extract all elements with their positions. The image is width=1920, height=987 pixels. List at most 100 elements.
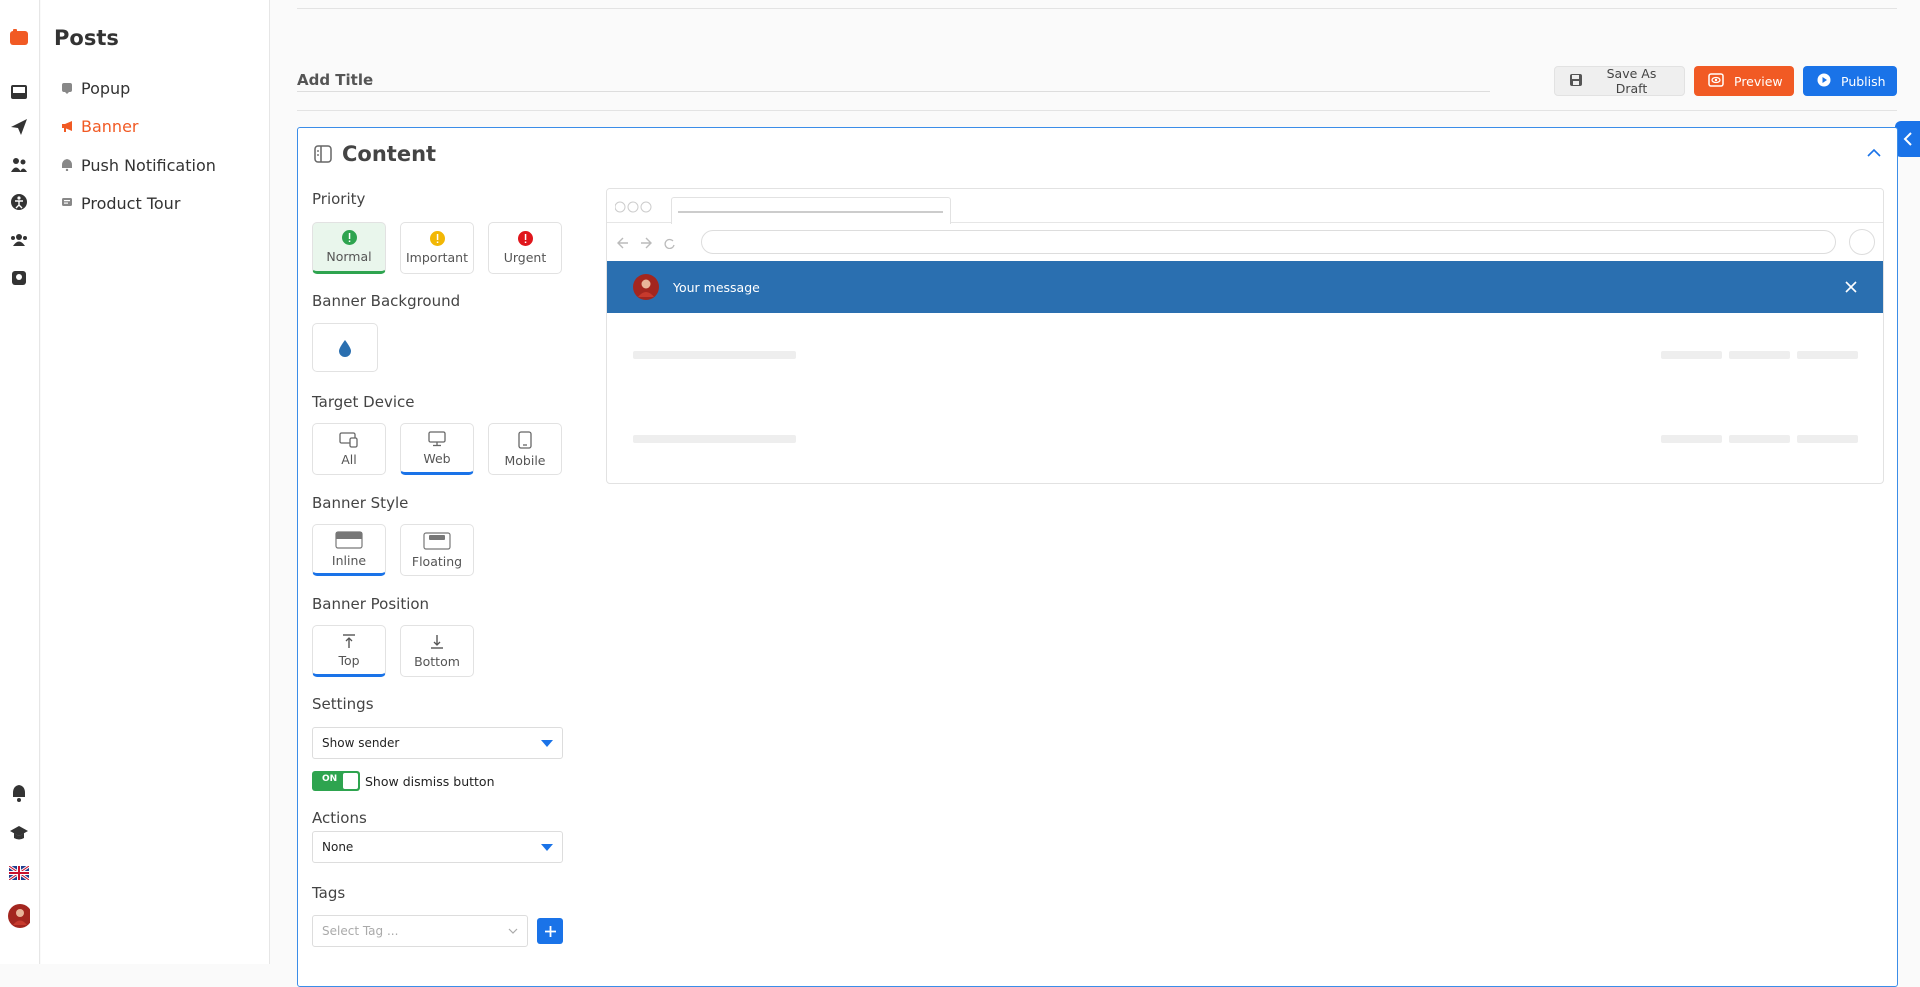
tag-select[interactable]: Select Tag ... <box>312 915 528 947</box>
dismiss-toggle[interactable]: ON <box>312 771 360 791</box>
monitor-icon <box>428 430 446 446</box>
option-label: All <box>341 451 357 467</box>
publish-label: Publish <box>1841 73 1886 89</box>
option-label: Normal <box>326 249 372 264</box>
select-value: Show sender <box>322 736 400 750</box>
info-yellow-icon <box>429 231 445 246</box>
option-label: Floating <box>411 553 463 569</box>
divider <box>297 110 1897 111</box>
content-icon <box>314 145 332 163</box>
style-inline[interactable]: Inline <box>312 524 386 576</box>
dropdown-arrow-icon <box>541 739 553 747</box>
title-input[interactable] <box>297 68 1490 92</box>
target-device-label: Target Device <box>312 393 415 411</box>
sidebar-item-product-tour[interactable]: Product Tour <box>61 190 180 216</box>
skeleton-line <box>1729 351 1790 359</box>
skeleton-line <box>633 351 796 359</box>
avatar[interactable] <box>8 904 30 928</box>
preview-button[interactable]: Preview <box>1694 66 1794 96</box>
uk-flag-icon[interactable] <box>8 862 30 884</box>
sidebar-item-push-notification[interactable]: Push Notification <box>61 152 216 178</box>
banner-position-label: Banner Position <box>312 595 430 613</box>
sidebar-item-banner[interactable]: Banner <box>61 113 138 139</box>
preview-label: Preview <box>1734 73 1783 89</box>
chevron-left-icon <box>1903 132 1912 146</box>
sidebar-item-label: Banner <box>81 116 139 136</box>
option-label: Inline <box>331 552 367 568</box>
save-as-draft-button[interactable]: Save As Draft <box>1554 66 1685 96</box>
skeleton-line <box>1797 435 1858 443</box>
browser-tabbar <box>607 189 1883 224</box>
mobile-icon <box>518 430 532 449</box>
support-icon[interactable] <box>8 267 30 289</box>
browser-preview: Your message <box>606 188 1884 484</box>
chevron-up-icon[interactable] <box>1867 148 1881 157</box>
popup-icon <box>61 82 73 94</box>
logo-icon[interactable] <box>8 26 30 48</box>
browser-tab <box>671 197 951 224</box>
bell-icon <box>61 159 73 171</box>
sender-select[interactable]: Show sender <box>312 727 563 759</box>
megaphone-icon <box>61 120 73 132</box>
sender-avatar <box>633 274 659 300</box>
priority-urgent[interactable]: Urgent <box>488 222 562 274</box>
dropdown-arrow-icon <box>541 843 553 851</box>
info-green-icon <box>341 230 357 245</box>
nav-arrows-icon <box>617 237 675 249</box>
tag-placeholder: Select Tag ... <box>322 924 399 938</box>
content-header[interactable]: Content <box>314 142 436 166</box>
settings-label: Settings <box>312 695 374 713</box>
style-floating[interactable]: Floating <box>400 524 474 576</box>
sidebar-title: Posts <box>54 26 119 50</box>
eye-icon <box>1708 72 1724 90</box>
option-label: Web <box>423 450 451 466</box>
users-icon[interactable] <box>8 154 30 176</box>
add-tag-button[interactable] <box>537 918 563 944</box>
browser-toolbar <box>607 223 1883 261</box>
actions-select[interactable]: None <box>312 831 563 863</box>
option-label: Bottom <box>414 653 460 669</box>
option-label: Urgent <box>503 250 547 265</box>
group-icon[interactable] <box>8 229 30 251</box>
align-top-icon <box>343 633 355 648</box>
tags-label: Tags <box>312 884 346 902</box>
align-bottom-icon <box>431 634 443 649</box>
accessibility-icon[interactable] <box>8 191 30 213</box>
device-mobile[interactable]: Mobile <box>488 423 562 475</box>
device-all[interactable]: All <box>312 423 386 475</box>
sidebar-item-label: Popup <box>81 78 131 98</box>
tour-icon <box>61 197 73 209</box>
device-web[interactable]: Web <box>400 423 474 475</box>
save-draft-icon <box>1569 73 1583 90</box>
play-icon <box>1817 73 1831 90</box>
inbox-icon[interactable] <box>8 81 30 103</box>
icon-rail <box>0 0 40 964</box>
priority-important[interactable]: Important <box>400 222 474 274</box>
actions-label: Actions <box>312 809 367 827</box>
banner-background-picker[interactable] <box>312 323 378 372</box>
publish-button[interactable]: Publish <box>1803 66 1897 96</box>
profile-circle <box>1849 229 1875 255</box>
priority-normal[interactable]: Normal <box>312 222 386 274</box>
address-bar <box>701 230 1836 254</box>
academy-icon[interactable] <box>8 822 30 844</box>
content-card: Content Priority Normal Important Urgent… <box>297 127 1898 987</box>
sidebar-item-popup[interactable]: Popup <box>61 75 130 101</box>
position-bottom[interactable]: Bottom <box>400 625 474 677</box>
sidebar: Posts Popup Banner Push Notification Pro… <box>41 0 270 964</box>
floating-style-icon <box>423 531 451 550</box>
skeleton-line <box>1729 435 1790 443</box>
panel-toggle-button[interactable] <box>1895 121 1920 157</box>
send-icon[interactable] <box>8 116 30 138</box>
close-icon[interactable] <box>1845 281 1857 293</box>
option-label: Mobile <box>504 452 546 468</box>
skeleton-line <box>1797 351 1858 359</box>
sidebar-item-label: Product Tour <box>81 193 181 213</box>
banner-style-label: Banner Style <box>312 494 409 512</box>
toggle-label: Show dismiss button <box>365 773 495 789</box>
notification-bell-icon[interactable] <box>8 782 30 804</box>
position-top[interactable]: Top <box>312 625 386 677</box>
window-controls-icon <box>615 201 652 213</box>
banner-background-label: Banner Background <box>312 292 461 310</box>
sidebar-item-label: Push Notification <box>81 155 216 175</box>
